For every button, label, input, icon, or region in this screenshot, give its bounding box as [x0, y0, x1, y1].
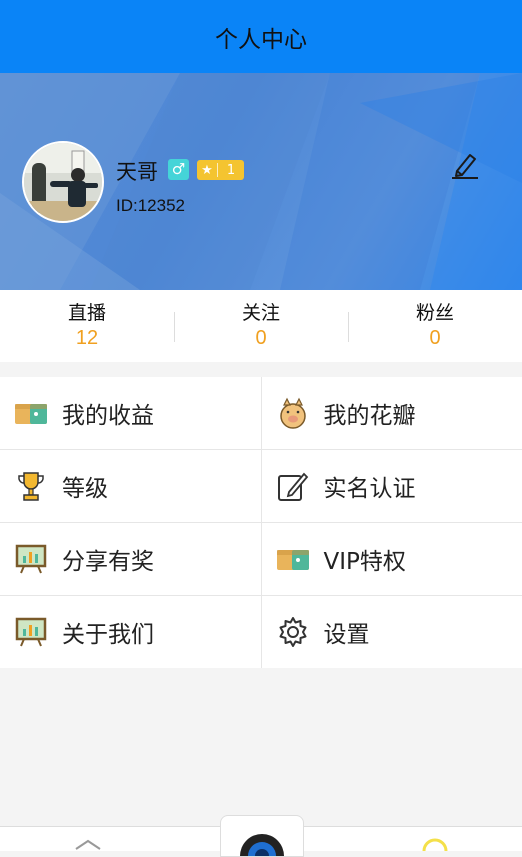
stat-following-label: 关注: [242, 301, 280, 325]
page-title: 个人中心: [215, 20, 307, 54]
camera-icon: [221, 816, 303, 856]
avatar[interactable]: [22, 141, 104, 223]
stat-live-value: 12: [76, 325, 98, 351]
menu-label: 实名认证: [324, 469, 416, 503]
avatar-photo: [24, 143, 102, 221]
stat-following-value: 0: [255, 325, 266, 351]
level-number: 1: [218, 163, 244, 178]
level-badge: ★ 1: [197, 160, 244, 180]
wallet-icon: [14, 396, 48, 430]
gear-icon: [276, 615, 310, 649]
menu-label: 我的收益: [62, 396, 154, 430]
user-name: 天哥: [116, 156, 158, 186]
profile-tab-icon: [424, 840, 446, 851]
wallet-icon: [276, 542, 310, 576]
edit-document-icon: [276, 469, 310, 503]
stat-fans-label: 粉丝: [416, 301, 454, 325]
menu-label: 关于我们: [62, 615, 154, 649]
star-icon: ★: [197, 163, 217, 178]
piggy-bank-icon: [276, 396, 310, 430]
menu-grid: 我的收益 我的花瓣 等级 实名认证 分享有奖: [0, 377, 522, 668]
menu-my-petals[interactable]: 我的花瓣: [262, 377, 522, 449]
menu-label: VIP特权: [324, 542, 406, 576]
menu-my-earnings[interactable]: 我的收益: [0, 377, 262, 449]
page-title-bar: 个人中心: [0, 0, 522, 73]
pencil-icon: [448, 147, 482, 181]
presentation-board-icon: [14, 615, 48, 649]
menu-level[interactable]: 等级: [0, 450, 262, 522]
menu-about-us[interactable]: 关于我们: [0, 596, 262, 668]
stats-bar: 直播 12 关注 0 粉丝 0: [0, 290, 522, 362]
stat-fans[interactable]: 粉丝 0: [348, 290, 522, 362]
home-icon: [76, 841, 100, 849]
user-id: ID:12352: [116, 196, 185, 216]
stat-live[interactable]: 直播 12: [0, 290, 174, 362]
profile-banner: 天哥 ♂ ★ 1 ID:12352: [0, 73, 522, 290]
stat-following[interactable]: 关注 0: [174, 290, 348, 362]
trophy-icon: [14, 469, 48, 503]
level-divider: [217, 163, 218, 177]
menu-label: 设置: [324, 615, 370, 649]
menu-label: 等级: [62, 469, 108, 503]
stat-live-label: 直播: [68, 301, 106, 325]
gender-male-badge: ♂: [168, 159, 189, 180]
live-camera-button[interactable]: [220, 815, 304, 857]
menu-vip-privileges[interactable]: VIP特权: [262, 523, 522, 595]
menu-settings[interactable]: 设置: [262, 596, 522, 668]
menu-share-reward[interactable]: 分享有奖: [0, 523, 262, 595]
stat-fans-value: 0: [429, 325, 440, 351]
edit-profile-button[interactable]: [448, 147, 482, 181]
menu-label: 分享有奖: [62, 542, 154, 576]
menu-real-name-verify[interactable]: 实名认证: [262, 450, 522, 522]
menu-label: 我的花瓣: [324, 396, 416, 430]
presentation-board-icon: [14, 542, 48, 576]
